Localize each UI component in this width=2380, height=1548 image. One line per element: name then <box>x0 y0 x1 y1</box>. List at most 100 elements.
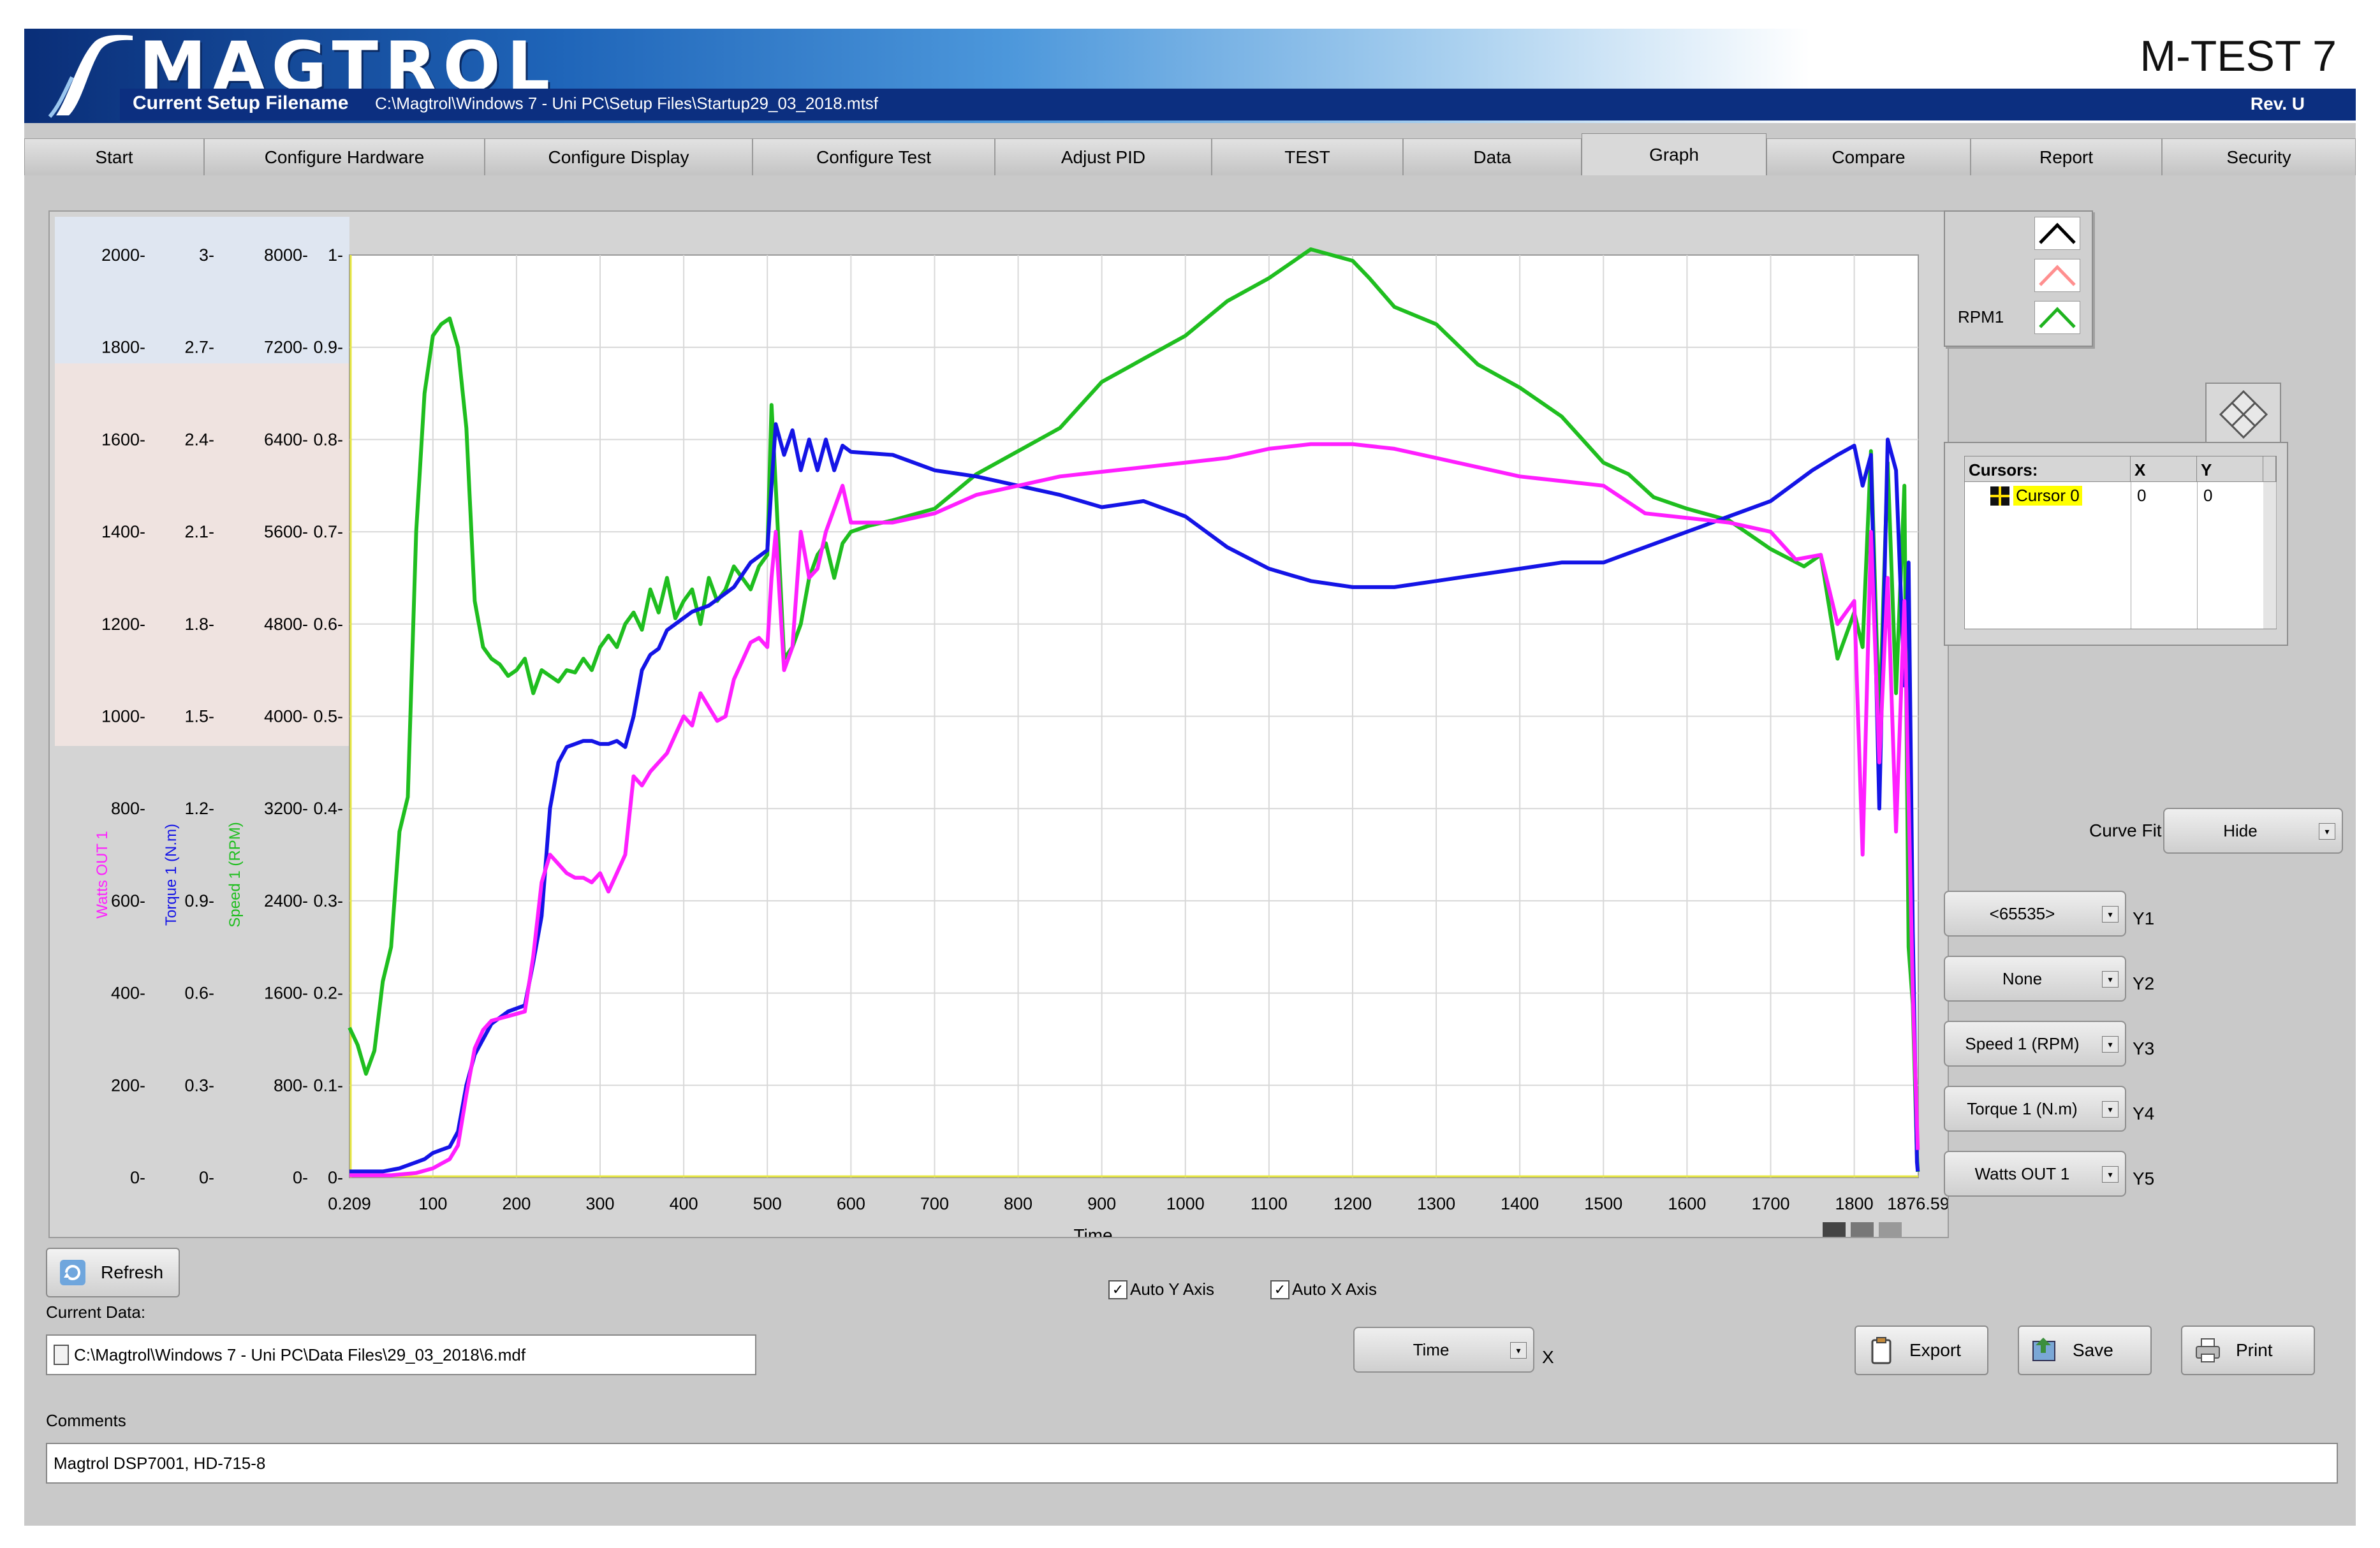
y-tick-label: 2400- <box>264 891 308 910</box>
y-tick-label: 0- <box>199 1168 214 1187</box>
x-axis-value: Time <box>1413 1340 1450 1359</box>
y-axis-title: Speed 1 (RPM) <box>226 822 244 927</box>
setup-filename-path: C:\Magtrol\Windows 7 - Uni PC\Setup File… <box>375 94 879 113</box>
legend-row <box>1945 212 2092 250</box>
hand-tool-icon[interactable] <box>1879 1222 1902 1237</box>
x-tick-label: 1100 <box>1251 1194 1288 1213</box>
x-tick-label: 400 <box>670 1194 698 1213</box>
y-tick-label: 0- <box>293 1168 308 1187</box>
y-tick-label: 800- <box>111 799 145 818</box>
product-title: M-TEST 7 <box>2140 32 2337 80</box>
dropdown-arrow-icon: ▾ <box>2102 906 2119 923</box>
cursor-table[interactable]: Cursors: X Y Cursor 0 0 0 <box>1964 456 2277 629</box>
dropdown-arrow-icon: ▾ <box>2102 1036 2119 1053</box>
y4-axis-value: Torque 1 (N.m) <box>1967 1099 2078 1118</box>
y-tick-label: 1400- <box>101 522 145 541</box>
tab-report[interactable]: Report <box>1971 138 2162 175</box>
tab-configure-hardware[interactable]: Configure Hardware <box>204 138 485 175</box>
x-tick-label: 900 <box>1087 1194 1116 1213</box>
y-tick-label: 0.8- <box>313 430 343 449</box>
y1-axis-value: <65535> <box>1989 903 2055 923</box>
pan-tool-icon[interactable] <box>1851 1222 1874 1237</box>
tab-configure-test[interactable]: Configure Test <box>753 138 995 175</box>
y1-axis-select[interactable]: <65535> ▾ <box>1944 891 2126 937</box>
cursor-move-control[interactable] <box>2205 383 2281 446</box>
y-tick-label: 0.4- <box>313 799 343 818</box>
tab-test[interactable]: TEST <box>1212 138 1403 175</box>
y-tick-label: 0- <box>328 1168 343 1187</box>
x-tick-label: 1500 <box>1584 1194 1622 1213</box>
y5-axis-value: Watts OUT 1 <box>1974 1164 2070 1183</box>
legend-row <box>1945 254 2092 292</box>
x-tick-label: 500 <box>753 1194 782 1213</box>
cursor-header-y: Y <box>2197 456 2263 482</box>
save-label: Save <box>2073 1340 2113 1360</box>
zoom-tool-icon[interactable] <box>1823 1222 1846 1237</box>
y3-label: Y3 <box>2133 1039 2155 1058</box>
y-axis-title: Torque 1 (N.m) <box>163 824 180 926</box>
y-tick-label: 3200- <box>264 799 308 818</box>
x-tick-label: 1800 <box>1835 1194 1874 1213</box>
y5-axis-select[interactable]: Watts OUT 1 ▾ <box>1944 1151 2126 1197</box>
y-tick-label: 4800- <box>264 615 308 634</box>
tab-configure-display[interactable]: Configure Display <box>485 138 753 175</box>
y-tick-label: 0.1- <box>313 1076 343 1095</box>
comments-value: Magtrol DSP7001, HD-715-8 <box>54 1453 266 1473</box>
auto-y-axis-checkbox[interactable]: ✓ Auto Y Axis <box>1108 1280 1214 1299</box>
cursor-scrollbar[interactable] <box>2263 482 2277 629</box>
save-button[interactable]: Save <box>2018 1325 2152 1375</box>
tab-data[interactable]: Data <box>1403 138 1582 175</box>
y-tick-label: 0.9- <box>184 891 214 910</box>
y4-axis-select[interactable]: Torque 1 (N.m) ▾ <box>1944 1086 2126 1132</box>
auto-x-axis-label: Auto X Axis <box>1292 1280 1377 1299</box>
header: MAGTROL Current Setup Filename C:\Magtro… <box>24 29 2356 123</box>
y-tick-label: 0.3- <box>184 1076 214 1095</box>
checkmark-icon: ✓ <box>1108 1280 1128 1299</box>
tab-adjust-pid[interactable]: Adjust PID <box>995 138 1212 175</box>
save-icon <box>2032 1338 2055 1361</box>
refresh-button[interactable]: Refresh <box>46 1248 180 1297</box>
tab-start[interactable]: Start <box>24 138 204 175</box>
y-tick-label: 0.9- <box>313 338 343 357</box>
y-tick-label: 2.7- <box>184 338 214 357</box>
tab-compare[interactable]: Compare <box>1767 138 1971 175</box>
x-axis-title: Time <box>1073 1225 1112 1237</box>
y-tick-label: 1.8- <box>184 615 214 634</box>
current-data-label: Current Data: <box>46 1303 146 1322</box>
axis-band-middle <box>55 363 349 746</box>
print-button[interactable]: Print <box>2181 1325 2315 1375</box>
graph-panel: 0.209 100 200 300 400 500 600 700 800 900 1000 1100… <box>48 210 1949 1238</box>
tab-security[interactable]: Security <box>2162 138 2356 175</box>
curve-fit-select[interactable]: Hide ▾ <box>2163 808 2343 854</box>
refresh-label: Refresh <box>101 1262 164 1282</box>
column-divider <box>2197 482 2198 629</box>
y2-axis-select[interactable]: None ▾ <box>1944 956 2126 1002</box>
y-tick-label: 0.2- <box>313 984 343 1003</box>
y-tick-label: 5600- <box>264 522 308 541</box>
export-button[interactable]: Export <box>1855 1325 1988 1375</box>
legend-swatch-icon <box>2034 301 2080 334</box>
y3-axis-select[interactable]: Speed 1 (RPM) ▾ <box>1944 1021 2126 1067</box>
cursor-row[interactable]: Cursor 0 <box>1990 486 2082 506</box>
graph-chart[interactable]: 0.209 100 200 300 400 500 600 700 800 900 1000 1100… <box>50 212 1948 1237</box>
y-tick-label: 200- <box>111 1076 145 1095</box>
y-tick-label: 8000- <box>264 245 308 265</box>
y-axis-title: Watts OUT 1 <box>94 831 111 918</box>
current-data-field[interactable]: C:\Magtrol\Windows 7 - Uni PC\Data Files… <box>46 1334 756 1375</box>
cursor-header-x: X <box>2131 456 2197 482</box>
cursor-y-value: 0 <box>2203 486 2213 505</box>
cursor-crosshair-icon <box>1990 486 2009 506</box>
auto-x-axis-checkbox[interactable]: ✓ Auto X Axis <box>1270 1280 1377 1299</box>
x-axis-select[interactable]: Time ▾ <box>1353 1327 1534 1373</box>
tab-graph[interactable]: Graph <box>1582 133 1767 175</box>
cursor-header-name: Cursors: <box>1965 456 2131 482</box>
y-tick-label: 0.5- <box>313 707 343 726</box>
x-tick-label: 1600 <box>1668 1194 1706 1213</box>
plot-legend[interactable]: RPM1 <box>1944 210 2093 347</box>
app-window: MAGTROL Current Setup Filename C:\Magtro… <box>24 29 2356 1526</box>
comments-field[interactable]: Magtrol DSP7001, HD-715-8 <box>46 1443 2338 1484</box>
dropdown-arrow-icon: ▾ <box>2319 823 2335 840</box>
cursor-scroll-up[interactable] <box>2263 456 2276 482</box>
y-tick-label: 400- <box>111 984 145 1003</box>
curve-fit-label: Curve Fit <box>2089 821 2162 840</box>
